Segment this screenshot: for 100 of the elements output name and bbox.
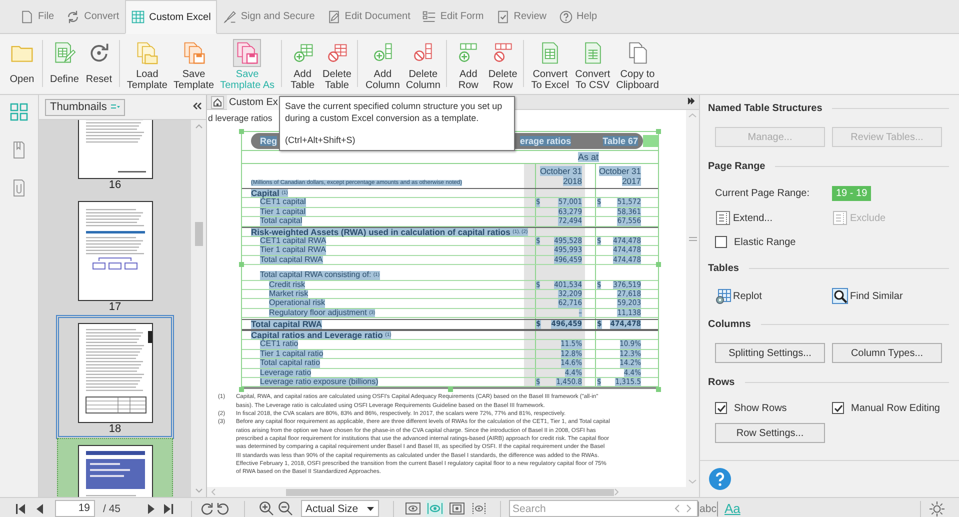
- section-heading: Rows: [708, 376, 735, 388]
- checkbox[interactable]: [832, 402, 844, 414]
- menu-tab[interactable]: Review: [490, 0, 553, 33]
- ribbon-button[interactable]: Add Table: [286, 34, 319, 93]
- checkbox-label[interactable]: Show Rows: [734, 402, 787, 414]
- page-field[interactable]: 19: [55, 500, 95, 517]
- eye-icon: [426, 501, 443, 516]
- menu-tab[interactable]: Help: [552, 0, 604, 33]
- caret-icon: [110, 103, 120, 111]
- check-page-icon: [496, 10, 510, 24]
- save-pages-icon: [233, 39, 262, 67]
- row-label: CET1 capital: [260, 198, 306, 207]
- ribbon-button[interactable]: Convert To CSV: [573, 34, 612, 93]
- column-group-heading: As at: [578, 152, 599, 162]
- menu-tab[interactable]: File: [14, 0, 60, 33]
- row-label: Capital $^{(1)}$: [251, 189, 288, 198]
- expand-icon: [687, 97, 695, 105]
- rotate-button[interactable]: [216, 502, 230, 516]
- page-lines-icon: [715, 210, 731, 226]
- column-heading: October 31: [598, 166, 641, 176]
- resize-handle[interactable]: [656, 129, 661, 134]
- resize-handle[interactable]: [656, 262, 661, 267]
- menu-tab[interactable]: Edit Document: [320, 0, 416, 33]
- ribbon-button[interactable]: Delete Row: [486, 34, 520, 93]
- field-label: Current Page Range:: [715, 188, 811, 198]
- rotate-button[interactable]: [200, 502, 214, 516]
- last-page-icon: [162, 502, 175, 514]
- ribbon-button[interactable]: Copy to Clipboard: [614, 34, 661, 93]
- page-number: 18: [108, 423, 122, 435]
- action-button[interactable]: Find Similar: [832, 287, 942, 305]
- thumbnail-item[interactable]: 16: [57, 120, 173, 194]
- panel-button[interactable]: Row Settings...: [715, 423, 825, 443]
- ribbon-button[interactable]: Delete Table: [320, 34, 354, 93]
- menu-tab[interactable]: Sign and Secure: [216, 0, 321, 33]
- shortcut-text: (Ctrl+Alt+Shift+S): [285, 134, 356, 146]
- last-page-button[interactable]: [162, 502, 175, 514]
- action-button[interactable]: Extend...: [715, 209, 825, 227]
- checkbox[interactable]: [715, 236, 727, 248]
- ribbon-button[interactable]: Save Template: [171, 34, 216, 93]
- section-heading: Page Range: [708, 160, 766, 172]
- row-label: Leverage ratio exposure (billions): [260, 378, 378, 386]
- view-mode-button[interactable]: [448, 500, 466, 517]
- menu-tab[interactable]: Custom Excel: [125, 0, 217, 34]
- ribbon-button[interactable]: Delete Column: [404, 34, 442, 93]
- home-button[interactable]: [211, 96, 224, 108]
- menu-tab[interactable]: Edit Form: [416, 0, 490, 33]
- checkbox-label[interactable]: Elastic Range: [734, 236, 796, 248]
- view-mode-button[interactable]: [404, 500, 422, 517]
- resize-handle[interactable]: [656, 387, 661, 392]
- grid-gear-icon: [715, 288, 731, 304]
- resize-handle[interactable]: [448, 387, 453, 392]
- thumbnail-item[interactable]: 17: [57, 194, 173, 316]
- previous-icon: [34, 502, 46, 514]
- page-lines-icon: [832, 210, 848, 226]
- resize-handle[interactable]: [239, 262, 244, 267]
- table-title: Reg: [260, 136, 278, 146]
- panel-button[interactable]: Splitting Settings...: [715, 343, 825, 363]
- thumbnail-item[interactable]: 18: [57, 316, 173, 438]
- ribbon-button[interactable]: Reset: [82, 34, 115, 93]
- resize-handle[interactable]: [239, 129, 244, 134]
- row-label: CET1 ratio: [260, 340, 298, 349]
- search-field[interactable]: Search: [508, 500, 698, 517]
- section-heading: Named Table Structures: [708, 102, 822, 114]
- eye-icon: [448, 501, 465, 516]
- edit-page-icon: [326, 10, 341, 24]
- page-range-badge: 19 - 19: [832, 186, 872, 200]
- action-button[interactable]: Replot: [715, 287, 825, 305]
- checkbox-label[interactable]: Manual Row Editing: [851, 402, 940, 414]
- ribbon-button[interactable]: Define: [48, 34, 81, 93]
- row-label: Risk-weighted Assets (RWA) used in calculation of capital ratios $^{(1), (2)}$: [251, 228, 528, 236]
- form-icon: [422, 10, 436, 24]
- view-menu[interactable]: Thumbnails: [45, 98, 125, 116]
- search-icon: [832, 288, 848, 304]
- checkbox[interactable]: [715, 402, 727, 414]
- home-icon: [213, 98, 222, 106]
- ribbon-button[interactable]: Open: [6, 34, 38, 93]
- column-heading: 2018: [563, 176, 582, 186]
- ribbon-button[interactable]: Add Column: [363, 34, 402, 93]
- help-icon: [708, 467, 732, 491]
- file-icon: [20, 10, 34, 24]
- whole-word-button[interactable]: abc: [698, 500, 718, 516]
- ribbon-button[interactable]: Convert To Excel: [529, 34, 572, 93]
- column-heading: 2017: [622, 176, 641, 186]
- view-mode-button[interactable]: [470, 500, 488, 517]
- first-page-button[interactable]: [14, 502, 26, 514]
- ribbon-button[interactable]: Add Row: [452, 34, 484, 93]
- menu-tab[interactable]: Convert: [60, 0, 126, 33]
- check-icon: [716, 404, 726, 412]
- document-tab[interactable]: Custom Ex: [227, 94, 280, 110]
- row-label: Operational risk: [269, 299, 326, 308]
- ribbon-button[interactable]: Load Template: [124, 34, 170, 93]
- panel-button[interactable]: Column Types...: [832, 343, 942, 363]
- zoom-out-button[interactable]: [278, 501, 293, 516]
- previous-page-button[interactable]: [34, 502, 46, 514]
- collapse-icon: [192, 100, 202, 110]
- resize-handle[interactable]: [239, 387, 244, 392]
- zoom-select[interactable]: Actual Size: [300, 500, 379, 517]
- rotate-counterclockwise-icon: [216, 502, 230, 516]
- zoom-in-icon: [258, 501, 274, 516]
- zoom-in-button[interactable]: [258, 501, 274, 516]
